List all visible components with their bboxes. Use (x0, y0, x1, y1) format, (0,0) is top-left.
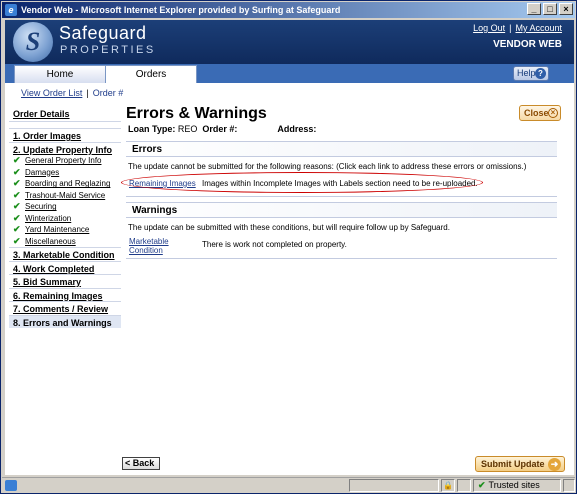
sidebar-subitem[interactable]: ✔ Damages (9, 167, 121, 179)
window-title: Vendor Web - Microsoft Internet Explorer… (21, 5, 341, 15)
sidebar-item-remaining-images[interactable]: 6. Remaining Images (9, 287, 121, 302)
header-links: Log Out | My Account (473, 23, 562, 33)
sidebar-subitem[interactable]: ✔ Winterization (9, 213, 121, 225)
sidebar-order-details[interactable]: Order Details (9, 105, 121, 122)
errors-intro: The update cannot be submitted for the f… (128, 162, 527, 171)
check-icon: ✔ (13, 224, 21, 235)
errors-heading: Errors (126, 141, 557, 157)
marketable-condition-link[interactable]: Marketable Condition (126, 237, 202, 255)
sidebar-item-comments-review[interactable]: 7. Comments / Review (9, 301, 121, 315)
sidebar-subitem[interactable]: ✔ General Property Info (9, 155, 121, 167)
sidebar: Order Details 1. Order Images 2. Update … (9, 105, 121, 328)
warnings-intro: The update can be submitted with these c… (128, 223, 450, 232)
check-icon: ✔ (13, 201, 21, 212)
warning-row: Marketable Condition There is work not co… (126, 237, 557, 255)
my-account-link[interactable]: My Account (515, 23, 562, 33)
check-icon: ✔ (13, 166, 21, 177)
sidebar-subitem[interactable]: ✔ Boarding and Reglazing (9, 178, 121, 190)
close-button[interactable]: Close × (519, 105, 561, 121)
security-zone: ✔ Trusted sites (473, 479, 561, 492)
safeguard-logo-icon: S (13, 22, 53, 62)
sidebar-item-errors-warnings[interactable]: 8. Errors and Warnings (9, 314, 121, 328)
order-number-label: Order # (92, 88, 124, 98)
sidebar-item-bid-summary[interactable]: 5. Bid Summary (9, 274, 121, 288)
tab-orders[interactable]: Orders (105, 65, 197, 83)
logout-link[interactable]: Log Out (473, 23, 505, 33)
tab-bar: Home Orders Help? (5, 64, 574, 83)
back-button[interactable]: < Back (122, 457, 160, 470)
brand-name: Safeguard (59, 23, 147, 43)
status-panel (349, 479, 439, 492)
sidebar-subitem[interactable]: ✔ Miscellaneous (9, 236, 121, 248)
lock-icon: 🔒 (441, 479, 455, 492)
title-bar: e Vendor Web - Microsoft Internet Explor… (2, 2, 575, 18)
submit-update-button[interactable]: Submit Update ➜ (475, 456, 565, 472)
sidebar-subitem[interactable]: ✔ Yard Maintenance (9, 224, 121, 236)
sidebar-item-update-property-info[interactable]: 2. Update Property Info (9, 141, 121, 156)
page-title: Errors & Warnings (126, 105, 267, 122)
view-order-list-link[interactable]: View Order List (21, 88, 82, 98)
sidebar-item-order-images[interactable]: 1. Order Images (9, 128, 121, 142)
brand-subtitle: PROPERTIES (60, 44, 156, 56)
check-icon: ✔ (13, 235, 21, 246)
check-icon: ✔ (478, 480, 486, 490)
arrow-right-icon: ➜ (548, 458, 561, 471)
breadcrumb: View Order List | Order # (21, 88, 124, 98)
vendor-web-label: VENDOR WEB (493, 39, 562, 50)
sidebar-item-work-completed[interactable]: 4. Work Completed (9, 260, 121, 275)
check-icon: ✔ (13, 178, 21, 189)
resize-grip-icon[interactable] (563, 479, 575, 492)
sidebar-subitem[interactable]: ✔ Securing (9, 201, 121, 213)
main-panel: Errors & Warnings Loan Type: REO Order #… (126, 105, 566, 134)
loan-info: Loan Type: REO Order #: Address: (128, 124, 317, 134)
ie-logo-icon: e (5, 4, 17, 16)
close-icon: × (548, 108, 558, 118)
sidebar-item-marketable-condition[interactable]: 3. Marketable Condition (9, 247, 121, 261)
maximize-button[interactable]: □ (543, 3, 557, 15)
close-window-button[interactable]: × (559, 3, 573, 15)
page-icon (5, 480, 17, 491)
check-icon: ✔ (13, 189, 21, 200)
question-icon: ? (535, 68, 546, 79)
warning-message: There is work not completed on property. (202, 240, 347, 249)
errors-section: Errors The update cannot be submitted fo… (121, 141, 557, 197)
content-area: View Order List | Order # Order Details 1.… (5, 83, 574, 475)
site-header: S Safeguard PROPERTIES Log Out | My Accoun… (5, 20, 574, 64)
privacy-icon (457, 479, 471, 492)
check-icon: ✔ (13, 212, 21, 223)
minimize-button[interactable]: _ (527, 3, 541, 15)
highlight-ellipse (121, 172, 483, 193)
error-row: Remaining Images Images within Incomplet… (121, 172, 557, 193)
tab-home[interactable]: Home (14, 65, 106, 83)
status-bar: 🔒 ✔ Trusted sites (2, 477, 575, 493)
help-button[interactable]: Help? (513, 66, 549, 81)
check-icon: ✔ (13, 155, 21, 166)
warnings-section: Warnings The update can be submitted wit… (126, 202, 557, 259)
browser-window: e Vendor Web - Microsoft Internet Explor… (0, 0, 577, 494)
sidebar-subitem[interactable]: ✔ Trashout-Maid Service (9, 190, 121, 202)
warnings-heading: Warnings (126, 202, 557, 218)
